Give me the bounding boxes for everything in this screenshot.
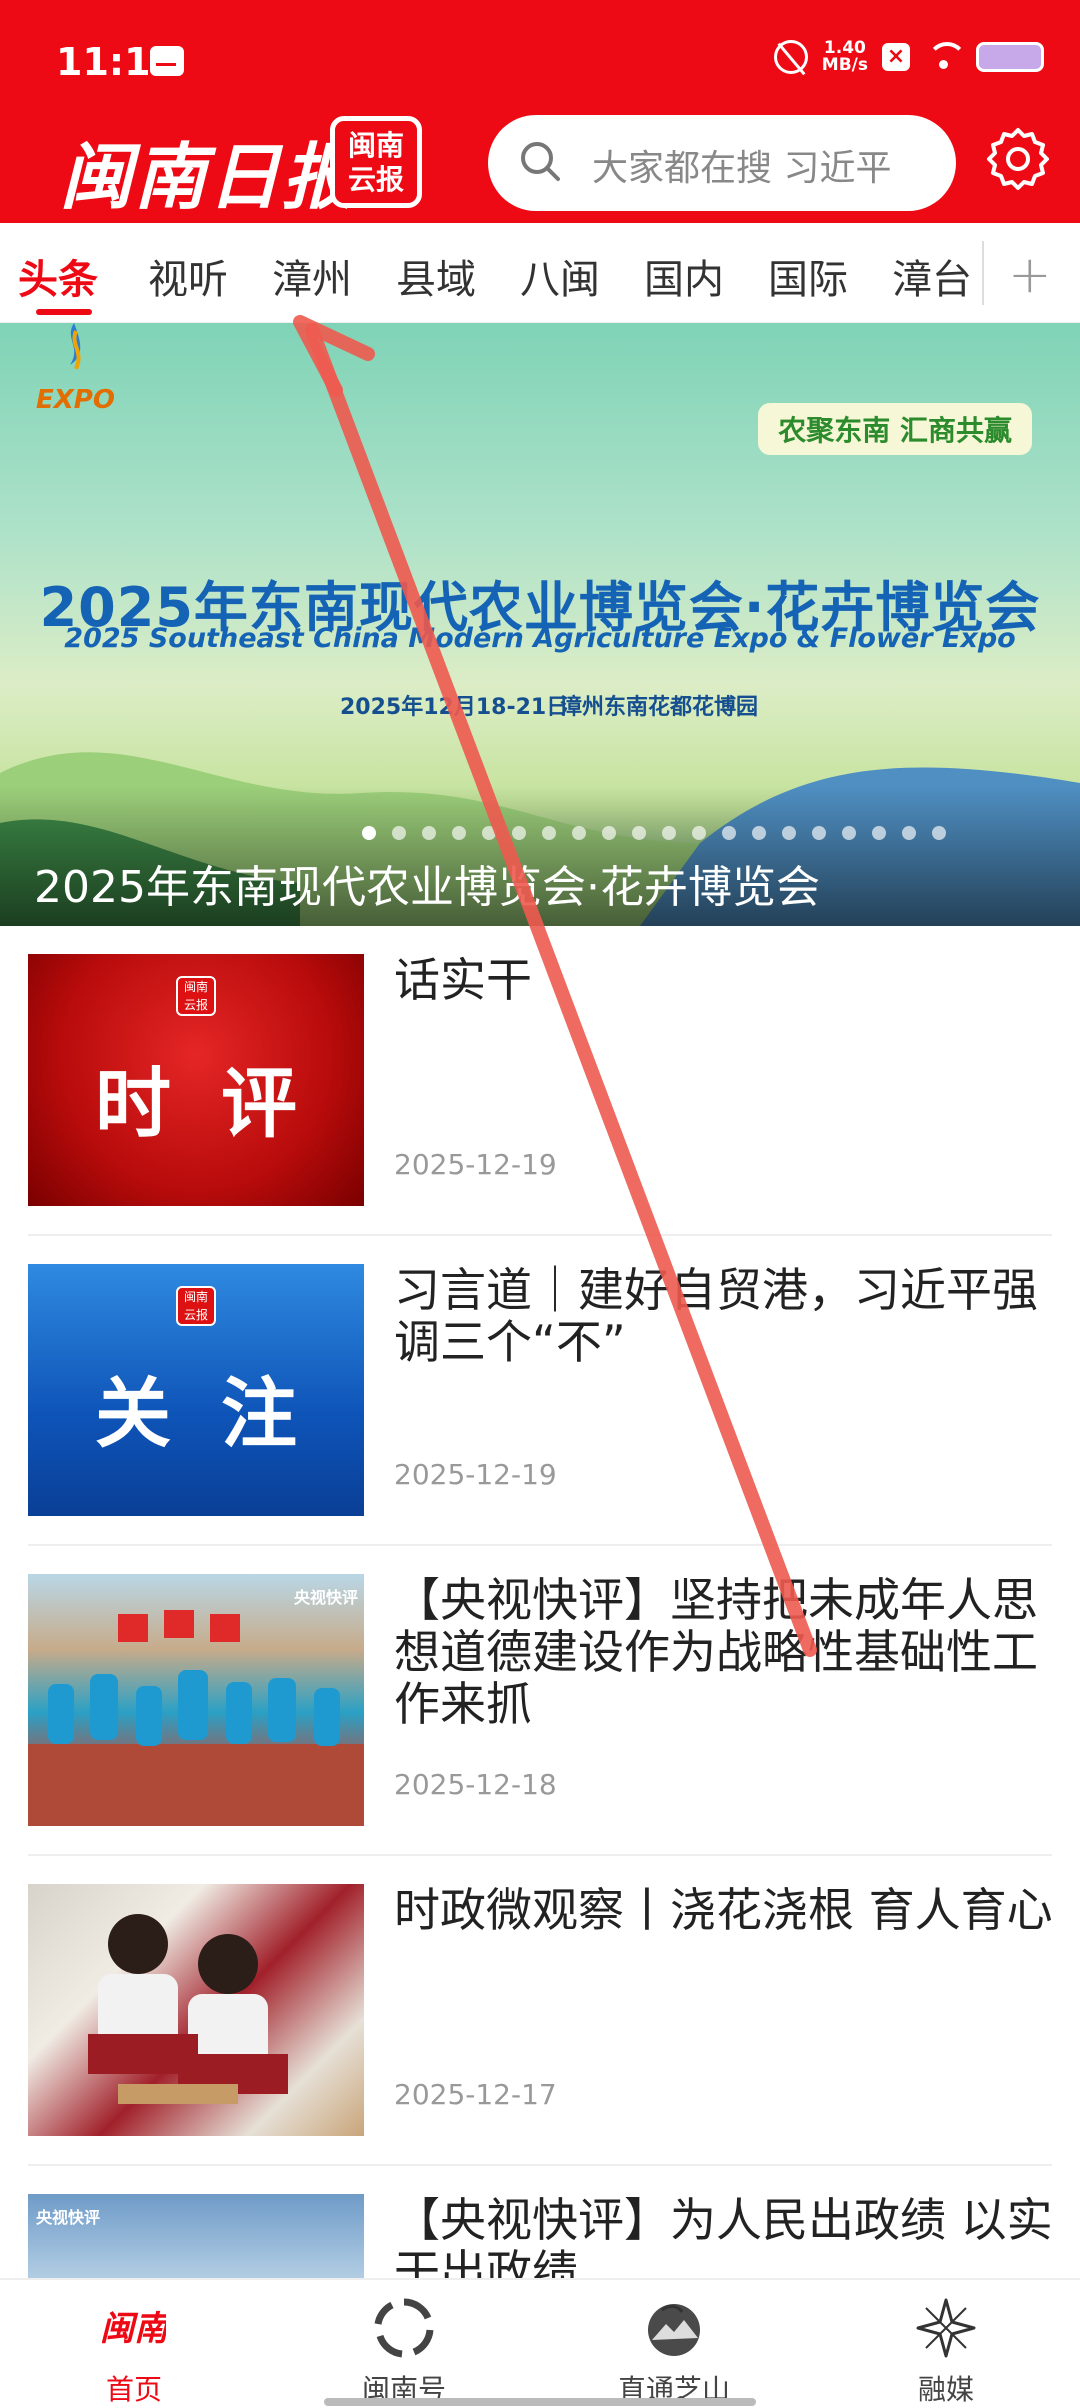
expo-logo: EXPO	[36, 385, 115, 415]
news-item[interactable]: 闽南 云报 时评 话实干 2025-12-19	[28, 926, 1052, 1236]
nav-zhitong-zhishan[interactable]: 直通芝山	[574, 2296, 774, 2408]
news-thumbnail: 央视快评	[28, 1574, 364, 1826]
news-title: 话实干	[394, 953, 532, 1007]
banner-date: 2025年12月18-21日	[340, 695, 569, 720]
banner-slogan: 农聚东南 汇商共赢	[758, 403, 1032, 455]
nav-home[interactable]: 闽南 首页	[34, 2296, 234, 2408]
status-icons: 1.40 MB/s ×	[773, 40, 1044, 74]
net-speed-unit: MB/s	[821, 55, 868, 75]
carousel-dot[interactable]	[362, 826, 376, 840]
tab-video[interactable]: 视听	[148, 247, 228, 305]
message-icon	[150, 46, 184, 76]
banner-title-en: 2025 Southeast China Modern Agriculture …	[64, 623, 1016, 654]
news-date: 2025-12-17	[394, 2078, 557, 2111]
news-date: 2025-12-19	[394, 1458, 557, 1491]
students-classroom-image	[88, 1914, 288, 2104]
bottom-navigation: 闽南 首页 闽南号 直通芝山 融媒	[0, 2278, 1080, 2408]
carousel-dot[interactable]	[722, 826, 736, 840]
thumb-word: 时评	[95, 1059, 347, 1148]
app-header: 11:18 1.40 MB/s × 闽南日报 闽南 云报 大家都在搜 习近平	[0, 0, 1080, 223]
students-running-image	[28, 1610, 364, 1826]
refresh-circle-icon	[374, 2298, 434, 2358]
expo-flame-icon	[70, 323, 81, 370]
tab-headlines[interactable]: 头条	[18, 247, 98, 305]
banner-carousel[interactable]: EXPO 农聚东南 汇商共赢 2025年东南现代农业博览会·花卉博览会 2025…	[0, 323, 1080, 926]
search-placeholder: 大家都在搜 习近平	[592, 148, 892, 189]
carousel-dot[interactable]	[662, 826, 676, 840]
battery-icon	[976, 42, 1044, 72]
carousel-dot[interactable]	[692, 826, 706, 840]
news-date: 2025-12-18	[394, 1768, 557, 1801]
carousel-dot[interactable]	[572, 826, 586, 840]
carousel-dot[interactable]	[902, 826, 916, 840]
news-thumbnail	[28, 1884, 364, 2136]
app-screen: 11:18 1.40 MB/s × 闽南日报 闽南 云报 大家都在搜 习近平 头…	[0, 0, 1080, 2408]
tab-domestic[interactable]: 国内	[644, 247, 724, 305]
nav-label: 融媒	[917, 2373, 974, 2406]
search-bar[interactable]: 大家都在搜 习近平	[488, 115, 956, 211]
carousel-dot[interactable]	[932, 826, 946, 840]
mountain-icon	[648, 2304, 700, 2356]
thumb-badge: 闽南 云报	[176, 1286, 216, 1326]
carousel-dot[interactable]	[452, 826, 466, 840]
thumb-word: 关注	[95, 1369, 347, 1458]
tab-county[interactable]: 县域	[396, 247, 476, 305]
carousel-dot[interactable]	[542, 826, 556, 840]
tab-international[interactable]: 国际	[768, 247, 848, 305]
mute-icon	[773, 40, 808, 74]
carousel-dot[interactable]	[602, 826, 616, 840]
carousel-dot[interactable]	[512, 826, 526, 840]
tab-zhangzhou[interactable]: 漳州	[272, 247, 352, 305]
nav-minnanhao[interactable]: 闽南号	[304, 2296, 504, 2408]
star-burst-icon	[916, 2298, 976, 2358]
app-logo: 闽南日报	[60, 134, 357, 219]
nav-rongmei[interactable]: 融媒	[846, 2296, 1046, 2408]
home-indicator[interactable]	[324, 2398, 756, 2406]
carousel-dot[interactable]	[632, 826, 646, 840]
svg-text:闽南: 闽南	[102, 2309, 166, 2349]
news-date: 2025-12-19	[394, 1148, 557, 1181]
thumb-badge: 闽南 云报	[176, 976, 216, 1016]
carousel-dot[interactable]	[812, 826, 826, 840]
logo-badge: 闽南 云报	[330, 116, 422, 208]
minnan-logo-icon: 闽南	[102, 2309, 166, 2349]
carousel-dot[interactable]	[752, 826, 766, 840]
carousel-dot[interactable]	[422, 826, 436, 840]
news-title: 时政微观察丨浇花浇根 育人育心	[394, 1883, 1053, 1937]
wifi-icon	[924, 42, 967, 72]
banner-caption: 2025年东南现代农业博览会·花卉博览会	[34, 862, 820, 913]
news-title: 习言道｜建好自贸港，习近平强调三个“不”	[394, 1263, 1038, 1369]
carousel-dot[interactable]	[482, 826, 496, 840]
carousel-dots	[362, 826, 946, 840]
news-item[interactable]: 时政微观察丨浇花浇根 育人育心 2025-12-17	[28, 1856, 1053, 2166]
carousel-dot[interactable]	[842, 826, 856, 840]
add-channel-button[interactable]: +	[1008, 245, 1052, 305]
thumb-caption: 央视快评	[36, 2208, 101, 2227]
news-thumbnail: 闽南 云报 时评	[28, 954, 364, 1206]
nav-label: 首页	[105, 2373, 162, 2406]
search-icon	[521, 142, 560, 181]
tab-zhangtai[interactable]: 漳台	[892, 247, 972, 305]
news-item[interactable]: 央视快评 【央视快评】坚持把未成年人思想道德建设作为战略性基础性工作来抓 202…	[28, 1546, 1052, 1856]
net-speed: 1.40 MB/s	[822, 40, 868, 74]
x-app-icon: ×	[882, 43, 910, 71]
news-thumbnail: 闽南 云报 关注	[28, 1264, 364, 1516]
news-title: 【央视快评】坚持把未成年人思想道德建设作为战略性基础性工作来抓	[394, 1573, 1038, 1731]
carousel-dot[interactable]	[392, 826, 406, 840]
carousel-dot[interactable]	[872, 826, 886, 840]
news-item[interactable]: 闽南 云报 关注 习言道｜建好自贸港，习近平强调三个“不” 2025-12-19	[28, 1236, 1052, 1546]
tab-divider	[982, 241, 984, 305]
banner-place: 漳州东南花都花博园	[560, 695, 759, 720]
tab-bamin[interactable]: 八闽	[520, 247, 600, 305]
gear-icon[interactable]	[983, 124, 1053, 194]
carousel-dot[interactable]	[782, 826, 796, 840]
active-tab-indicator	[36, 309, 92, 315]
channel-tabs: 头条 视听 漳州 县域 八闽 国内 国际 漳台 +	[0, 223, 1080, 323]
